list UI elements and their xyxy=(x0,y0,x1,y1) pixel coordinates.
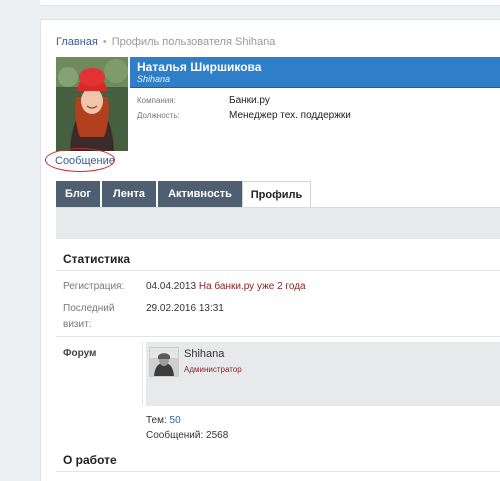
avatar[interactable] xyxy=(56,57,128,151)
tab-blog[interactable]: Блог xyxy=(56,181,100,207)
registration-note: На банки.ру уже 2 года xyxy=(198,281,306,292)
registration-value: 04.04.2013 На банки.ру уже 2 года xyxy=(146,281,306,292)
about-work-heading: О работе xyxy=(63,453,117,467)
forum-username[interactable]: Shihana xyxy=(184,348,224,360)
forum-role: Администратор xyxy=(184,365,242,374)
divider xyxy=(56,471,500,472)
top-strip xyxy=(40,0,500,6)
posts-count-row: Сообщений: 2568 xyxy=(146,430,228,441)
profile-full-name: Наталья Ширшикова xyxy=(137,60,262,74)
topics-count-row: Тем: 50 xyxy=(146,415,181,426)
tab-feed[interactable]: Лента xyxy=(102,181,156,207)
forum-avatar-photo-icon xyxy=(150,348,178,376)
tab-profile[interactable]: Профиль xyxy=(242,181,311,209)
tab-content-bar xyxy=(56,207,500,239)
registration-date: 04.04.2013 xyxy=(146,281,197,292)
posts-label: Сообщений: xyxy=(146,430,204,441)
forum-separator xyxy=(142,342,143,406)
forum-avatar[interactable] xyxy=(149,347,179,377)
topics-label: Тем: xyxy=(146,415,167,426)
last-visit-label-line1: Последний xyxy=(63,303,115,314)
breadcrumb-separator: • xyxy=(102,36,107,48)
avatar-photo-icon xyxy=(56,57,128,151)
company-label: Компания: xyxy=(137,96,176,105)
statistics-heading: Статистика xyxy=(63,252,131,266)
registration-label: Регистрация: xyxy=(63,281,125,292)
profile-username: Shihana xyxy=(137,74,171,84)
breadcrumb: Главная • Профиль пользователя Shihana xyxy=(56,36,275,48)
posts-count: 2568 xyxy=(206,430,229,441)
last-visit-label-line2: визит: xyxy=(63,319,92,330)
divider xyxy=(56,270,500,271)
position-value: Менеджер тех. поддержки xyxy=(229,110,351,121)
breadcrumb-home-link[interactable]: Главная xyxy=(56,36,98,48)
profile-info-area xyxy=(130,88,500,174)
divider xyxy=(56,336,500,337)
position-label: Должность: xyxy=(137,111,180,120)
breadcrumb-current: Профиль пользователя Shihana xyxy=(111,36,276,48)
topics-count[interactable]: 50 xyxy=(170,415,181,426)
company-value: Банки.ру xyxy=(229,95,270,106)
forum-label: Форум xyxy=(63,348,97,359)
last-visit-value: 29.02.2016 13:31 xyxy=(146,303,224,314)
tab-activity[interactable]: Активность xyxy=(158,181,242,207)
send-message-link[interactable]: Сообщение xyxy=(55,155,115,167)
last-visit-label: Последний визит: xyxy=(63,301,114,333)
